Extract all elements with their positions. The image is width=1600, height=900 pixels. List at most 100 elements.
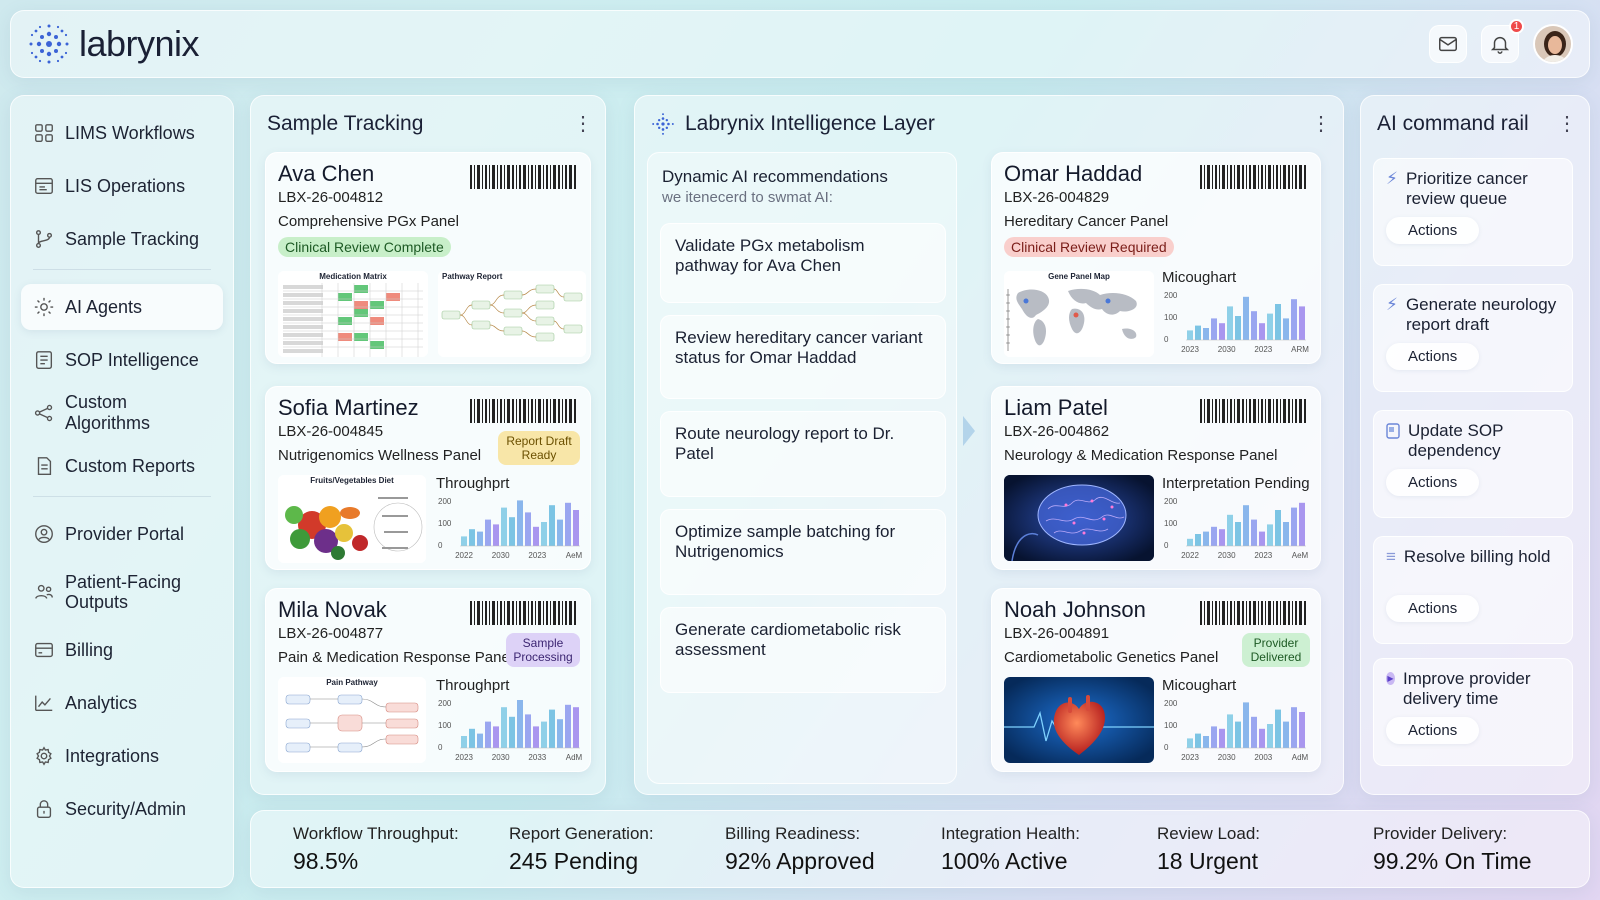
sidebar-item-billing[interactable]: Billing [21, 627, 223, 673]
x-tick-label: AeM [1292, 551, 1309, 560]
chart-bar [517, 500, 523, 546]
stat-value: 98.5% [293, 847, 359, 874]
top-bar: labrynix 1 [10, 10, 1590, 78]
chart-bar [557, 719, 563, 748]
sidebar-item-lims-workflows[interactable]: LIMS Workflows [21, 110, 223, 156]
chart-bar [533, 526, 539, 546]
actions-button[interactable]: Actions [1386, 469, 1480, 496]
chart-bar [509, 517, 515, 546]
x-tick-label: 2023 [1254, 345, 1272, 354]
command-label: Generate neurology report draft [1405, 295, 1557, 334]
sidebar-item-lis-operations[interactable]: LIS Operations [21, 163, 223, 209]
stat-integration-health: Integration Health: 100% Active [941, 824, 1157, 875]
sample-card-ava-chen[interactable]: Ava Chen LBX-26-004812 Comprehensive PGx… [265, 152, 591, 364]
chart-title: Micoughart [1162, 677, 1237, 694]
sidebar-item-custom-algorithms[interactable]: Custom Algorithms [21, 390, 223, 436]
chart-bar [565, 704, 571, 748]
sample-id: LBX-26-004812 [278, 189, 384, 206]
chart-bar [477, 733, 483, 748]
more-options-icon[interactable]: ⋮ [1557, 114, 1577, 134]
recommendation-card[interactable]: Validate PGx metabolism pathway for Ava … [660, 223, 946, 303]
recommendation-card[interactable]: Generate cardiometabolic risk assessment [660, 607, 946, 693]
throughput-chart: Throughprt 200 100 0 2022 2030 2023 AeM [436, 475, 584, 565]
sidebar-item-integrations[interactable]: Integrations [21, 733, 223, 779]
sidebar-item-patient-facing-outputs[interactable]: Patient-Facing Outputs [21, 564, 223, 620]
mail-button[interactable] [1429, 25, 1467, 63]
y-tick-label: 0 [1164, 743, 1169, 752]
barcode-icon [1200, 601, 1306, 625]
sidebar-item-provider-portal[interactable]: Provider Portal [21, 511, 223, 557]
actions-button[interactable]: Actions [1386, 717, 1480, 744]
actions-button[interactable]: Actions [1386, 343, 1480, 370]
barcode-icon [1200, 399, 1306, 423]
sample-card-mila-novak[interactable]: Mila Novak LBX-26-004877 Pain & Medicati… [265, 588, 591, 772]
actions-button[interactable]: Actions [1386, 217, 1480, 244]
y-tick-label: 100 [438, 721, 452, 730]
sample-card-omar-haddad[interactable]: Omar Haddad LBX-26-004829 Hereditary Can… [991, 152, 1321, 364]
recommendation-card[interactable]: Route neurology report to Dr. Patel [660, 411, 946, 497]
thumbnail-title: Pathway Report [442, 272, 503, 281]
sidebar-item-label: LIMS Workflows [65, 122, 195, 143]
bolt-icon: ⚡︎ [1386, 295, 1398, 314]
stat-value: 18 Urgent [1157, 847, 1259, 874]
actions-button[interactable]: Actions [1386, 595, 1480, 622]
brand-logo[interactable]: labrynix [27, 22, 200, 66]
diet-image-thumbnail[interactable]: Fruits/Vegetables Diet [278, 475, 426, 563]
sidebar-item-sample-tracking[interactable]: Sample Tracking [21, 216, 223, 262]
heart-image[interactable] [1004, 677, 1154, 763]
gene-panel-map-thumbnail[interactable]: Gene Panel Map [1004, 271, 1154, 357]
mini-bar-chart: 200 100 0 2023 2030 2003 AdM [1164, 699, 1309, 762]
brain-scan-image[interactable] [1004, 475, 1154, 561]
sidebar-item-analytics[interactable]: Analytics [21, 680, 223, 726]
sample-card-noah-johnson[interactable]: Noah Johnson LBX-26-004891 Cardiometabol… [991, 588, 1321, 772]
sidebar-item-security-admin[interactable]: Security/Admin [21, 786, 223, 832]
sample-card-liam-patel[interactable]: Liam Patel LBX-26-004862 Neurology & Med… [991, 386, 1321, 570]
ai-recommendations-panel: Dynamic AI recommendations we itenecerd … [647, 152, 957, 784]
sidebar-item-custom-reports[interactable]: Custom Reports [21, 443, 223, 489]
chart-bar [533, 726, 539, 748]
sidebar-item-label: Custom Algorithms [65, 392, 151, 433]
x-tick-label: ARM [1291, 345, 1309, 354]
panel-header: Labrynix Intelligence Layer ⋮ [647, 108, 1331, 140]
sidebar-item-label: Billing [65, 639, 114, 660]
chart-bar [1203, 531, 1209, 546]
recommendation-card[interactable]: Optimize sample batching for Nutrigenomi… [660, 509, 946, 595]
recommendation-card[interactable]: Review hereditary cancer variant status … [660, 315, 946, 399]
more-options-icon[interactable]: ⋮ [1311, 114, 1331, 134]
chart-bar [1235, 522, 1241, 546]
chart-bar [493, 726, 499, 748]
sidebar-item-sop-intelligence[interactable]: SOP Intelligence [21, 337, 223, 383]
sidebar-item-label: Provider Portal [65, 523, 185, 544]
mini-bar-chart: 200 100 0 2023 2030 2023 ARM [1164, 291, 1309, 354]
logo-mark-icon [652, 113, 674, 135]
chart-bar [1211, 318, 1217, 340]
gear-icon [34, 297, 54, 317]
lock-icon [36, 800, 52, 818]
chart-bar [1251, 716, 1257, 748]
brand-name: labrynix [79, 23, 200, 64]
chart-bar [1195, 733, 1201, 748]
notifications-button[interactable]: 1 [1481, 19, 1524, 63]
thumbnail-title: Gene Panel Map [1048, 272, 1110, 281]
sample-card-sofia-martinez[interactable]: Sofia Martinez LBX-26-004845 Nutrigenomi… [265, 386, 591, 570]
chart-bar [1187, 738, 1193, 748]
x-tick-label: 2023 [455, 753, 473, 762]
sample-tracking-panel: Sample Tracking ⋮ Ava Chen LBX-26-004812… [250, 95, 606, 795]
stat-label: Review Load: [1157, 823, 1261, 843]
chart-bar [1283, 318, 1289, 340]
divider [33, 269, 211, 270]
medication-matrix-thumbnail[interactable]: Medication Matrix [278, 271, 428, 357]
chart-bar [541, 522, 547, 546]
chart-bar [1299, 712, 1305, 748]
more-options-icon[interactable]: ⋮ [573, 114, 593, 134]
stat-billing-readiness: Billing Readiness: 92% Approved [725, 824, 941, 875]
lines-icon: ≡ [1386, 547, 1396, 566]
x-tick-label: 2023 [1181, 753, 1199, 762]
sidebar-item-ai-agents[interactable]: AI Agents [21, 284, 223, 330]
pain-pathway-thumbnail[interactable]: Pain Pathway [278, 677, 426, 763]
chart-bar [1235, 316, 1241, 340]
x-tick-label: 2023 [1181, 345, 1199, 354]
command-card: ≡ Resolve billing hold Actions [1373, 536, 1573, 644]
user-avatar[interactable] [1533, 24, 1573, 64]
pathway-report-thumbnail[interactable]: Pathway Report [438, 271, 586, 357]
